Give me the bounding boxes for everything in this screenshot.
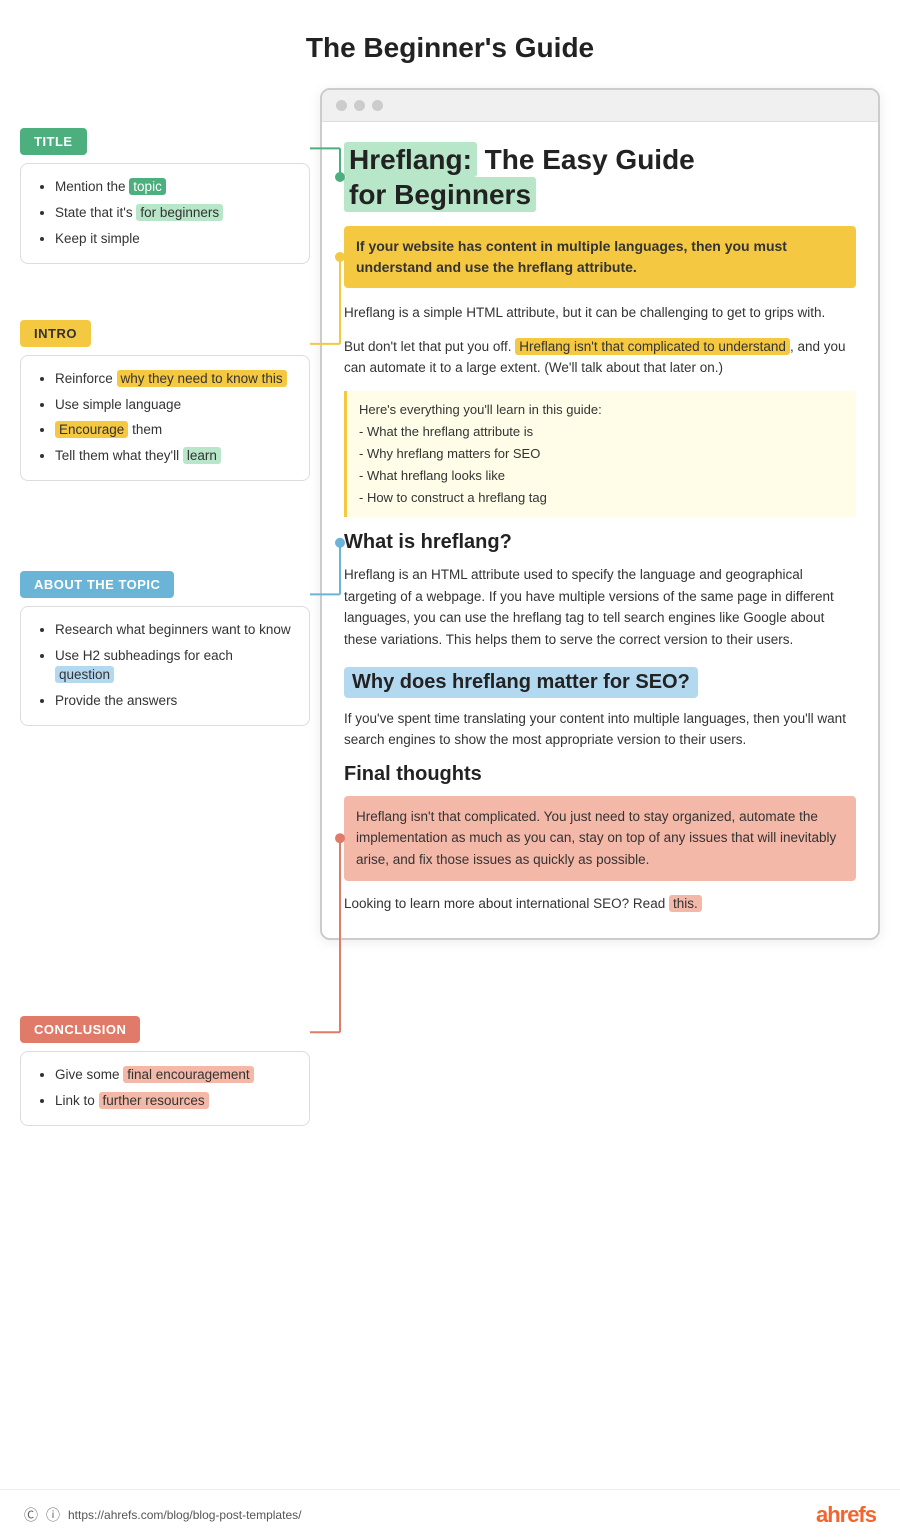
- browser-content: Hreflang: The Easy Guide for Beginners I…: [322, 122, 878, 938]
- article-title-rest: The Easy Guide: [477, 144, 695, 175]
- intro-bullet-2: Use simple language: [55, 396, 293, 415]
- page-wrapper: The Beginner's Guide TITLE: [0, 0, 900, 1186]
- browser-window: Hreflang: The Easy Guide for Beginners I…: [320, 88, 880, 940]
- about-bullets: Research what beginners want to know Use…: [37, 621, 293, 711]
- conclusion-bullets: Give some final encouragement Link to fu…: [37, 1066, 293, 1111]
- question-highlight: question: [55, 666, 114, 683]
- conclusion-section: CONCLUSION Give some final encouragement…: [20, 1016, 310, 1126]
- body-text-3: Hreflang is an HTML attribute used to sp…: [344, 564, 856, 650]
- about-section: ABOUT THE TOPIC Research what beginners …: [20, 571, 310, 726]
- footer: Ⓒ ⓘ https://ahrefs.com/blog/blog-post-te…: [0, 1489, 900, 1539]
- conclusion-bullet-1: Give some final encouragement: [55, 1066, 293, 1085]
- further-resources-highlight: further resources: [99, 1092, 209, 1109]
- conclusion-bullet-2: Link to further resources: [55, 1092, 293, 1111]
- body2-pre: But don't let that put you off.: [344, 339, 515, 354]
- about-label: ABOUT THE TOPIC: [20, 571, 174, 598]
- conclusion-bullet-box: Give some final encouragement Link to fu…: [20, 1051, 310, 1126]
- for-beginners-highlight: for beginners: [136, 204, 223, 221]
- footer-url[interactable]: https://ahrefs.com/blog/blog-post-templa…: [68, 1508, 301, 1522]
- read-more-link[interactable]: this.: [669, 895, 702, 912]
- hreflang-title-highlight: Hreflang:: [344, 142, 477, 177]
- left-panel: TITLE Mention the topic State that it's …: [20, 88, 310, 1126]
- guide-intro-text: Here's everything you'll learn in this g…: [359, 399, 844, 421]
- why-they-need-highlight: why they need to know this: [117, 370, 287, 387]
- body-text-2: But don't let that put you off. Hreflang…: [344, 336, 856, 379]
- body-text-4: If you've spent time translating your co…: [344, 708, 856, 751]
- intro-bullet-box: Reinforce why they need to know this Use…: [20, 355, 310, 482]
- conclusion-label: CONCLUSION: [20, 1016, 140, 1043]
- conclusion-highlight-box: Hreflang isn't that complicated. You jus…: [344, 796, 856, 881]
- encourage-highlight: Encourage: [55, 421, 128, 438]
- guide-list-box: Here's everything you'll learn in this g…: [344, 391, 856, 517]
- for-beginners-title-highlight: for Beginners: [344, 177, 536, 212]
- right-panel: Hreflang: The Easy Guide for Beginners I…: [320, 88, 880, 940]
- intro-bullets: Reinforce why they need to know this Use…: [37, 370, 293, 467]
- about-bullet-2: Use H2 subheadings for each question: [55, 647, 293, 685]
- learn-highlight: learn: [183, 447, 221, 464]
- about-bullet-1: Research what beginners want to know: [55, 621, 293, 640]
- h3-final-thoughts: Final thoughts: [344, 763, 856, 786]
- h2-what-is-hreflang: What is hreflang?: [344, 531, 856, 554]
- info-icon: ⓘ: [46, 1505, 60, 1525]
- title-section: TITLE Mention the topic State that it's …: [20, 128, 310, 264]
- about-bullet-3: Provide the answers: [55, 692, 293, 711]
- cc-icon: Ⓒ: [24, 1505, 38, 1525]
- main-layout: TITLE Mention the topic State that it's …: [0, 88, 900, 1186]
- page-title: The Beginner's Guide: [0, 0, 900, 88]
- ahrefs-logo: ahrefs: [816, 1502, 876, 1528]
- footer-left: Ⓒ ⓘ https://ahrefs.com/blog/blog-post-te…: [24, 1505, 301, 1525]
- about-bullet-box: Research what beginners want to know Use…: [20, 606, 310, 726]
- title-bullet-box: Mention the topic State that it's for be…: [20, 163, 310, 264]
- title-label: TITLE: [20, 128, 87, 155]
- read-more-text: Looking to learn more about internationa…: [344, 893, 856, 915]
- guide-item-1: - What the hreflang attribute is: [359, 421, 844, 443]
- intro-bullet-1: Reinforce why they need to know this: [55, 370, 293, 389]
- browser-bar: [322, 90, 878, 122]
- body2-highlight: Hreflang isn't that complicated to under…: [515, 338, 790, 355]
- h2-why-hreflang: Why does hreflang matter for SEO?: [344, 667, 698, 698]
- guide-item-3: - What hreflang looks like: [359, 465, 844, 487]
- intro-bullet-3: Encourage them: [55, 421, 293, 440]
- intro-section: INTRO Reinforce why they need to know th…: [20, 320, 310, 482]
- intro-bullet-4: Tell them what they'll learn: [55, 447, 293, 466]
- title-bullet-3: Keep it simple: [55, 230, 293, 249]
- article-title: Hreflang: The Easy Guide for Beginners: [344, 142, 856, 212]
- final-encouragement-highlight: final encouragement: [123, 1066, 253, 1083]
- browser-dot-3: [372, 100, 383, 111]
- read-more-pre: Looking to learn more about internationa…: [344, 896, 669, 911]
- title-bullets: Mention the topic State that it's for be…: [37, 178, 293, 249]
- body-text-1: Hreflang is a simple HTML attribute, but…: [344, 302, 856, 324]
- intro-label: INTRO: [20, 320, 91, 347]
- title-bullet-1: Mention the topic: [55, 178, 293, 197]
- title-bullet-2: State that it's for beginners: [55, 204, 293, 223]
- browser-dot-1: [336, 100, 347, 111]
- guide-item-2: - Why hreflang matters for SEO: [359, 443, 844, 465]
- browser-dot-2: [354, 100, 365, 111]
- topic-highlight: topic: [129, 178, 166, 195]
- intro-highlight-box: If your website has content in multiple …: [344, 226, 856, 288]
- guide-item-4: - How to construct a hreflang tag: [359, 487, 844, 509]
